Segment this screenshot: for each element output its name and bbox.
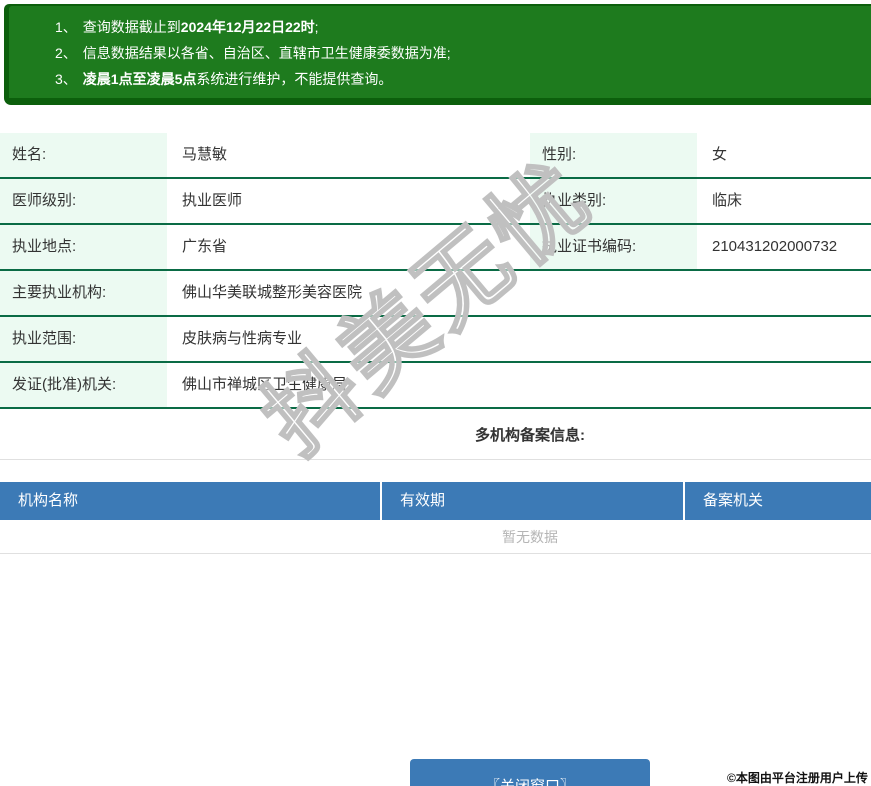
notice-line-text: ; xyxy=(314,19,319,35)
certificate-number-label: 执业证书编码: xyxy=(530,225,697,269)
main-institution-value: 佛山华美联城整形美容医院 xyxy=(182,284,363,301)
divider xyxy=(0,459,871,460)
table-row: 发证(批准)机关: 佛山市禅城区卫生健康局 xyxy=(0,363,871,409)
practice-location-label: 执业地点: xyxy=(0,225,167,269)
notice-line-text: 系统进行维护，不能提供查询。 xyxy=(196,71,393,87)
table-row: 主要执业机构: 佛山华美联城整形美容医院 xyxy=(0,271,871,317)
notice-line-2: 2、 信息数据结果以各省、自治区、直辖市卫生健康委数据为准; xyxy=(55,40,871,66)
practice-category-label: 执业类别: xyxy=(530,179,697,223)
table-row: 姓名: 马慧敏 性别: 女 xyxy=(0,133,871,179)
practice-scope-value: 皮肤病与性病专业 xyxy=(182,330,303,347)
notice-line-text: 信息数据结果以各省、自治区、直辖市卫生健康委数据为准; xyxy=(82,45,451,61)
practice-scope-label: 执业范围: xyxy=(0,317,167,361)
notice-line-number: 1、 xyxy=(55,19,77,35)
notice-banner: 1、 查询数据截止到2024年12月22日22时; 2、 信息数据结果以各省、自治区… xyxy=(4,4,871,105)
table-row: 医师级别: 执业医师 执业类别: 临床 xyxy=(0,179,871,225)
table-row: 执业地点: 广东省 执业证书编码: 210431202000732 xyxy=(0,225,871,271)
practice-location-value: 广东省 xyxy=(182,238,228,255)
empty-data-text: 暂无数据 xyxy=(0,520,871,554)
column-header-validity-period: 有效期 xyxy=(380,482,683,520)
filing-section-title: 多机构备案信息: xyxy=(475,427,585,444)
query-result-page: 1、 查询数据截止到2024年12月22日22时; 2、 信息数据结果以各省、自治区… xyxy=(0,4,871,786)
column-header-institution-name: 机构名称 xyxy=(18,492,79,509)
notice-line-bold: 2024年12月22日22时 xyxy=(180,19,315,35)
notice-line-text: 查询数据截止到 xyxy=(82,19,181,35)
notice-line-bold: 凌晨1点至凌晨5点 xyxy=(82,71,197,87)
name-label: 姓名: xyxy=(0,133,167,177)
notice-line-number: 3、 xyxy=(55,71,77,87)
gender-label: 性别: xyxy=(530,133,697,177)
practice-category-value: 临床 xyxy=(712,192,743,209)
notice-banner-inner: 1、 查询数据截止到2024年12月22日22时; 2、 信息数据结果以各省、自治区… xyxy=(9,6,871,98)
name-value: 马慧敏 xyxy=(182,146,228,163)
certificate-number-value: 210431202000732 xyxy=(712,238,838,255)
column-header-filing-authority: 备案机关 xyxy=(683,482,871,520)
table-row: 执业范围: 皮肤病与性病专业 xyxy=(0,317,871,363)
issuing-authority-value: 佛山市禅城区卫生健康局 xyxy=(182,376,348,393)
issuing-authority-label: 发证(批准)机关: xyxy=(0,363,167,407)
practitioner-info-table: 姓名: 马慧敏 性别: 女 医师级别: 执业医师 执业类别: 临床 执业地点: … xyxy=(0,133,871,409)
notice-line-3: 3、 凌晨1点至凌晨5点系统进行维护，不能提供查询。 xyxy=(55,66,871,92)
gender-value: 女 xyxy=(712,146,728,163)
doctor-level-value: 执业医师 xyxy=(182,192,243,209)
filing-table-header: 机构名称 有效期 备案机关 xyxy=(0,482,871,520)
copyright-note: ©本图由平台注册用户上传 xyxy=(727,771,868,785)
notice-line-1: 1、 查询数据截止到2024年12月22日22时; xyxy=(55,14,871,40)
main-institution-label: 主要执业机构: xyxy=(0,271,167,315)
doctor-level-label: 医师级别: xyxy=(0,179,167,223)
notice-line-number: 2、 xyxy=(55,45,77,61)
close-window-button[interactable]: 〖关闭窗口〗 xyxy=(410,759,650,786)
